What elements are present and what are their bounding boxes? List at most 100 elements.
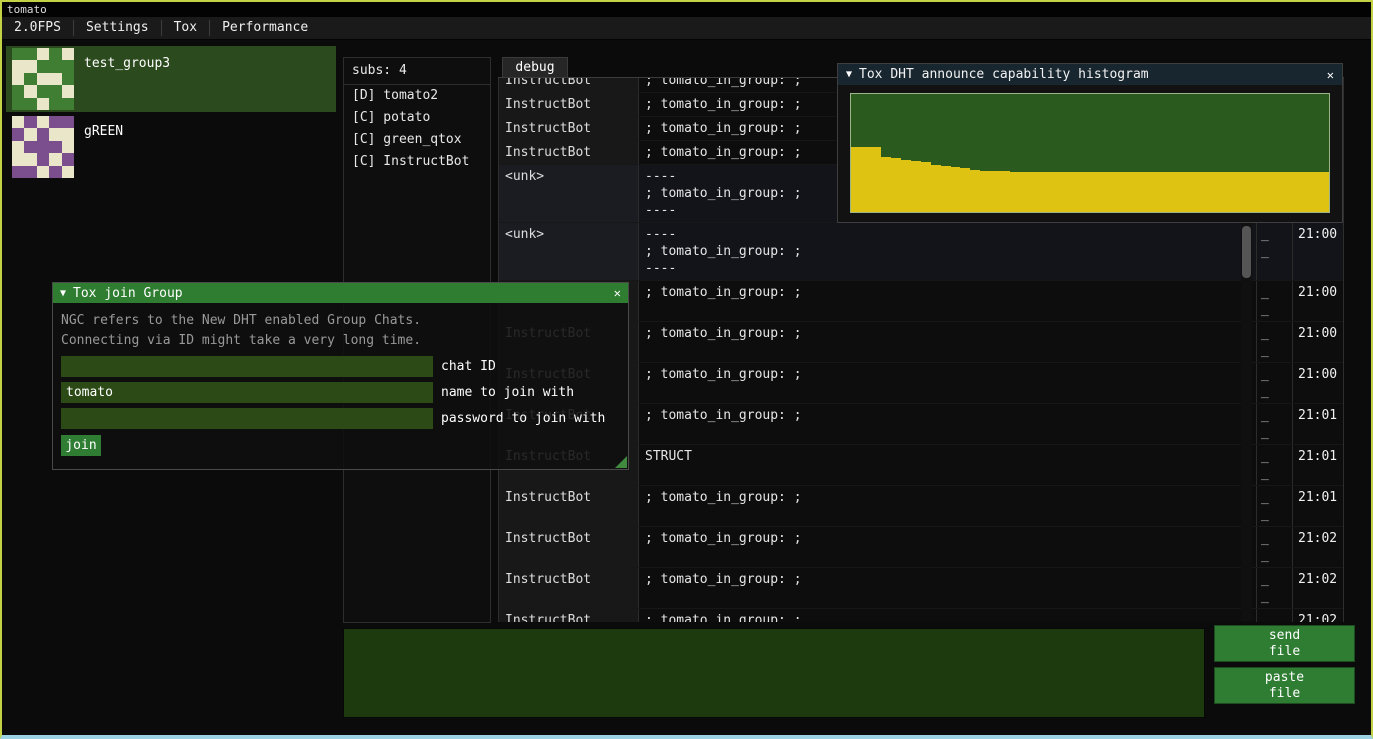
message-author: <unk>	[499, 165, 639, 222]
histogram-bar	[990, 171, 1000, 212]
histogram-bar	[1219, 172, 1229, 212]
message-status: _ _	[1257, 322, 1293, 362]
message-author: InstructBot	[499, 93, 639, 116]
group-item-gREEN[interactable]: gREEN	[6, 114, 336, 180]
message-status: _ _	[1257, 445, 1293, 485]
member-item[interactable]: [C] green_qtox	[344, 129, 490, 151]
groups-list: test_group3 gREEN	[6, 46, 336, 182]
message-time: 21:02	[1293, 609, 1343, 622]
message-author: InstructBot	[499, 609, 639, 622]
avatar-pixel	[12, 85, 24, 97]
avatar-pixel	[49, 85, 61, 97]
avatar-pixel	[49, 128, 61, 140]
collapse-icon[interactable]: ▼	[60, 288, 66, 299]
message-status: _ _	[1257, 527, 1293, 567]
histogram-window-titlebar[interactable]: ▼ Tox DHT announce capability histogram …	[838, 64, 1342, 85]
join-password-input[interactable]	[61, 408, 433, 429]
scrollbar-thumb[interactable]	[1242, 226, 1251, 278]
join-name-input[interactable]	[61, 382, 433, 403]
message-status: _ _	[1257, 281, 1293, 321]
chat-message-row[interactable]: <unk>---- ; tomato_in_group: ; ----_ _21…	[499, 223, 1343, 281]
message-author: InstructBot	[499, 141, 639, 164]
avatar-pixel	[62, 48, 74, 60]
avatar-pixel	[37, 128, 49, 140]
chat-message-row[interactable]: InstructBot; tomato_in_group: ;_ _21:02	[499, 527, 1343, 568]
message-time: 21:00	[1293, 223, 1343, 280]
histogram-bar	[1189, 172, 1199, 212]
histogram-bar	[1100, 172, 1110, 212]
avatar-pixel	[62, 116, 74, 128]
group-name: test_group3	[84, 56, 170, 71]
avatar-pixel	[62, 60, 74, 72]
menu-item-settings[interactable]: Settings	[74, 17, 161, 39]
avatar-pixel	[12, 128, 24, 140]
menu-item-performance[interactable]: Performance	[210, 17, 320, 39]
resize-grip-icon[interactable]	[615, 456, 627, 468]
avatar-pixel	[62, 85, 74, 97]
histogram-bar	[1030, 172, 1040, 212]
join-group-window: ▼ Tox join Group ✕ NGC refers to the New…	[52, 282, 629, 470]
avatar-pixel	[62, 153, 74, 165]
collapse-icon[interactable]: ▼	[846, 69, 852, 80]
avatar-pixel	[24, 85, 36, 97]
avatar-pixel	[24, 116, 36, 128]
message-time: 21:01	[1293, 445, 1343, 485]
message-status: _ _	[1257, 486, 1293, 526]
avatar-pixel	[37, 85, 49, 97]
message-author: <unk>	[499, 223, 639, 280]
avatar-pixel	[12, 166, 24, 178]
close-icon[interactable]: ✕	[1327, 68, 1334, 82]
histogram-bar	[1229, 172, 1239, 212]
chat-message-row[interactable]: InstructBot; tomato_in_group: ;_ _21:02	[499, 609, 1343, 622]
group-name: gREEN	[84, 124, 123, 139]
chat-id-field-row: chat ID	[61, 356, 620, 377]
histogram-bar	[891, 158, 901, 212]
message-author: InstructBot	[499, 78, 639, 92]
chat-message-row[interactable]: InstructBot; tomato_in_group: ;_ _21:01	[499, 486, 1343, 527]
histogram-plot-area	[838, 85, 1342, 222]
member-item[interactable]: [D] tomato2	[344, 85, 490, 107]
avatar-pixel	[62, 128, 74, 140]
tab-debug[interactable]: debug	[502, 57, 568, 77]
avatar-pixel	[24, 73, 36, 85]
group-item-test_group3[interactable]: test_group3	[6, 46, 336, 112]
avatar-pixel	[12, 141, 24, 153]
send-file-button[interactable]: send file	[1214, 625, 1355, 662]
avatar-pixel	[24, 98, 36, 110]
join-window-body: NGC refers to the New DHT enabled Group …	[53, 303, 628, 469]
join-button[interactable]: join	[61, 435, 101, 456]
close-icon[interactable]: ✕	[614, 286, 621, 300]
menubar-items: 2.0FPS SettingsToxPerformance	[2, 17, 1371, 40]
histogram-bar	[1050, 172, 1060, 212]
avatar-pixel	[62, 73, 74, 85]
message-text: ; tomato_in_group: ;	[639, 527, 1257, 567]
avatar-pixel	[62, 98, 74, 110]
chat-message-row[interactable]: InstructBot; tomato_in_group: ;_ _21:02	[499, 568, 1343, 609]
avatar-pixel	[37, 60, 49, 72]
histogram-bar	[1299, 172, 1309, 212]
member-item[interactable]: [C] InstructBot	[344, 151, 490, 173]
message-text: ; tomato_in_group: ;	[639, 486, 1257, 526]
message-time: 21:01	[1293, 486, 1343, 526]
histogram-bar	[1239, 172, 1249, 212]
join-window-title: Tox join Group	[73, 286, 183, 301]
message-status: _ _	[1257, 568, 1293, 608]
join-window-titlebar[interactable]: ▼ Tox join Group ✕	[53, 283, 628, 303]
menu-item-tox[interactable]: Tox	[162, 17, 209, 39]
histogram-bar	[1269, 172, 1279, 212]
paste-file-button[interactable]: paste file	[1214, 667, 1355, 704]
window-title: tomato	[2, 2, 1371, 17]
member-item[interactable]: [C] potato	[344, 107, 490, 129]
histogram-bar	[1070, 172, 1080, 212]
avatar-pixel	[37, 98, 49, 110]
histogram-bar	[1209, 172, 1219, 212]
join-name-label: name to join with	[441, 385, 574, 400]
avatar-pixel	[24, 166, 36, 178]
histogram-plot	[850, 93, 1330, 213]
message-input[interactable]	[343, 628, 1205, 718]
chat-id-input[interactable]	[61, 356, 433, 377]
message-text: ; tomato_in_group: ;	[639, 568, 1257, 608]
join-name-field-row: name to join with	[61, 382, 620, 403]
avatar-pixel	[62, 166, 74, 178]
histogram-bar	[851, 147, 861, 212]
